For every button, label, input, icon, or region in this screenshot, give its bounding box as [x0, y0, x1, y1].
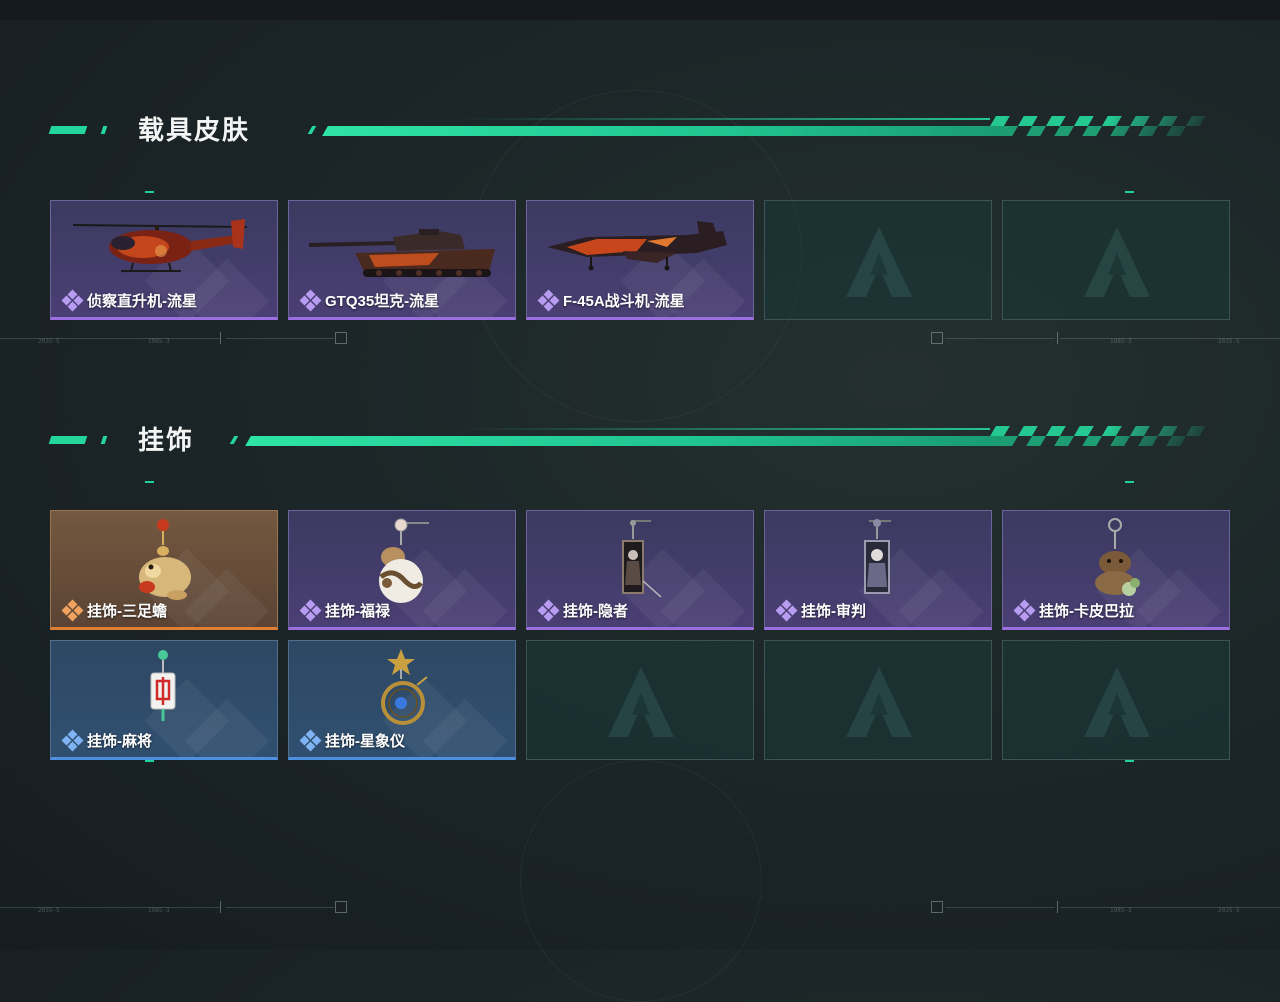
item-label: F-45A战斗机-流星 — [537, 289, 685, 311]
item-name: 侦察直升机-流星 — [87, 293, 197, 310]
item-card-gourd-charm[interactable]: 挂饰-福禄 — [288, 510, 516, 630]
header-thin-line — [460, 428, 990, 430]
item-name: F-45A战斗机-流星 — [563, 293, 685, 310]
rarity-diamond-icon — [1013, 599, 1036, 621]
item-card-judgement-charm[interactable]: 挂饰-审判 — [764, 510, 992, 630]
item-label: 侦察直升机-流星 — [61, 289, 197, 311]
empty-slot-logo-icon — [608, 667, 674, 737]
corner-mark — [145, 760, 154, 762]
rarity-diamond-icon — [299, 289, 322, 311]
item-name: 挂饰-麻将 — [87, 733, 152, 750]
item-card-hermit-charm[interactable]: 挂饰-隐者 — [526, 510, 754, 630]
item-card-toad-charm[interactable]: 挂饰-三足蟾 — [50, 510, 278, 630]
item-name: 挂饰-隐者 — [563, 603, 628, 620]
hud-box — [335, 332, 347, 344]
section-title: 挂饰 — [138, 425, 195, 455]
corner-mark — [1125, 760, 1134, 762]
header-dash — [48, 436, 88, 444]
corner-mark — [1125, 481, 1134, 483]
hud-tick — [1057, 332, 1058, 344]
rarity-diamond-icon — [61, 599, 84, 621]
item-name: 挂饰-福禄 — [325, 603, 390, 620]
header-thin-line — [460, 118, 990, 120]
header-slash — [307, 126, 317, 134]
hud-box — [335, 901, 347, 913]
rarity-diamond-icon — [537, 599, 560, 621]
hud-number: 1985-3 — [1110, 338, 1132, 345]
corner-mark — [145, 191, 154, 193]
header-dash — [100, 126, 108, 134]
item-label: GTQ35坦克-流星 — [299, 289, 440, 311]
item-card-astrolabe-charm[interactable]: 挂饰-星象仪 — [288, 640, 516, 760]
section-title: 载具皮肤 — [138, 115, 251, 145]
item-name: 挂饰-审判 — [801, 603, 866, 620]
hud-number: 2035-5 — [1218, 907, 1240, 914]
item-name: 挂饰-星象仪 — [325, 733, 405, 750]
corner-mark — [145, 481, 154, 483]
header-checker-pattern — [984, 426, 1206, 446]
header-dash — [100, 436, 108, 444]
item-name: 挂饰-卡皮巴拉 — [1039, 603, 1134, 620]
hud-number: 2035-5 — [38, 907, 60, 914]
hud-number: 1985-3 — [148, 907, 170, 914]
hud-tick — [220, 901, 221, 913]
hud-box — [931, 901, 943, 913]
item-card-helicopter-skin[interactable]: 侦察直升机-流星 — [50, 200, 278, 320]
rarity-diamond-icon — [299, 599, 322, 621]
hud-line — [0, 907, 220, 908]
hud-tick — [1057, 901, 1058, 913]
item-card-capybara-charm[interactable]: 挂饰-卡皮巴拉 — [1002, 510, 1230, 630]
item-name: GTQ35坦克-流星 — [325, 293, 440, 310]
hud-number: 1985-3 — [148, 338, 170, 345]
empty-slot-logo-icon — [846, 227, 912, 297]
empty-slot-logo-icon — [846, 667, 912, 737]
corner-mark — [1125, 191, 1134, 193]
header-checker-pattern — [984, 116, 1206, 136]
item-label: 挂饰-福禄 — [299, 599, 390, 621]
item-label: 挂饰-审判 — [775, 599, 866, 621]
item-card-fighter-jet-skin[interactable]: F-45A战斗机-流星 — [526, 200, 754, 320]
rarity-diamond-icon — [61, 289, 84, 311]
hud-box — [931, 332, 943, 344]
header-slash — [229, 436, 239, 444]
empty-slot-logo-icon — [1084, 667, 1150, 737]
hud-line — [945, 907, 1055, 908]
rarity-diamond-icon — [299, 729, 322, 751]
rarity-diamond-icon — [775, 599, 798, 621]
item-label: 挂饰-三足蟾 — [61, 599, 167, 621]
empty-slot — [764, 640, 992, 760]
section-header-vehicle-skins: 载具皮肤 — [48, 110, 1206, 150]
hud-line — [226, 338, 334, 339]
item-name: 挂饰-三足蟾 — [87, 603, 167, 620]
hud-line — [0, 338, 220, 339]
empty-slot-logo-icon — [1084, 227, 1150, 297]
hud-number: 2035-5 — [38, 338, 60, 345]
item-card-tank-skin[interactable]: GTQ35坦克-流星 — [288, 200, 516, 320]
hud-line — [226, 907, 334, 908]
rarity-diamond-icon — [61, 729, 84, 751]
item-label: 挂饰-麻将 — [61, 729, 152, 751]
hud-number: 1985-3 — [1110, 907, 1132, 914]
hud-circle — [520, 760, 762, 1002]
item-label: 挂饰-星象仪 — [299, 729, 405, 751]
empty-slot — [764, 200, 992, 320]
empty-slot — [1002, 640, 1230, 760]
header-bar — [245, 436, 1008, 446]
header-dash — [48, 126, 88, 134]
empty-slot — [526, 640, 754, 760]
item-label: 挂饰-卡皮巴拉 — [1013, 599, 1134, 621]
rarity-diamond-icon — [537, 289, 560, 311]
item-card-mahjong-charm[interactable]: 挂饰-麻将 — [50, 640, 278, 760]
header-bar — [322, 126, 1008, 136]
top-bar — [0, 0, 1280, 20]
hud-number: 2035-5 — [1218, 338, 1240, 345]
empty-slot — [1002, 200, 1230, 320]
hud-tick — [220, 332, 221, 344]
hud-line — [945, 338, 1055, 339]
item-label: 挂饰-隐者 — [537, 599, 628, 621]
hud-line — [1060, 338, 1280, 339]
section-header-charms: 挂饰 — [48, 420, 1206, 460]
hud-line — [1060, 907, 1280, 908]
